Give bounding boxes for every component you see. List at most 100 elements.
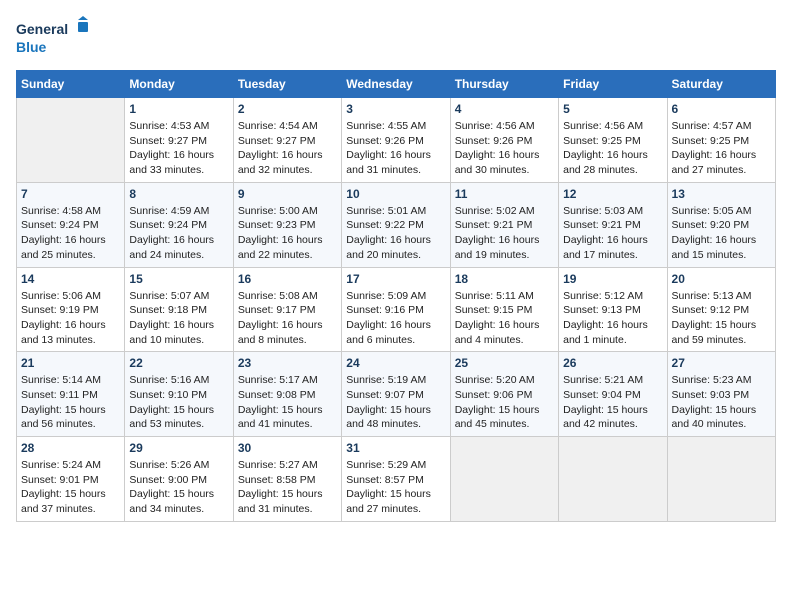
calendar-cell: 27Sunrise: 5:23 AMSunset: 9:03 PMDayligh… (667, 352, 775, 437)
day-info: Sunrise: 5:03 AMSunset: 9:21 PMDaylight:… (563, 204, 662, 263)
calendar-cell: 12 Sunrise: 5:03 AMSunset: 9:21 PMDayligh… (559, 182, 667, 267)
calendar-cell: 6 Sunrise: 4:57 AMSunset: 9:25 PMDaylight… (667, 98, 775, 183)
day-info: Sunrise: 5:23 AMSunset: 9:03 PMDaylight:… (672, 373, 771, 432)
calendar-cell (17, 98, 125, 183)
week-row-4: 21 Sunrise: 5:14 AMSunset: 9:11 PMDayligh… (17, 352, 776, 437)
calendar-cell: 20Sunrise: 5:13 AMSunset: 9:12 PMDayligh… (667, 267, 775, 352)
calendar-cell: 19Sunrise: 5:12 AMSunset: 9:13 PMDayligh… (559, 267, 667, 352)
day-number: 31 (346, 441, 445, 455)
calendar-cell: 18Sunrise: 5:11 AMSunset: 9:15 PMDayligh… (450, 267, 558, 352)
day-number: 20 (672, 272, 771, 286)
day-number: 30 (238, 441, 337, 455)
day-info: Sunrise: 4:58 AMSunset: 9:24 PMDaylight:… (21, 204, 120, 263)
calendar-cell: 9 Sunrise: 5:00 AMSunset: 9:23 PMDaylight… (233, 182, 341, 267)
calendar-cell: 5Sunrise: 4:56 AMSunset: 9:25 PMDaylight… (559, 98, 667, 183)
header-row: SundayMondayTuesdayWednesdayThursdayFrid… (17, 71, 776, 98)
week-row-5: 28 Sunrise: 5:24 AMSunset: 9:01 PMDayligh… (17, 437, 776, 522)
calendar-cell: 17Sunrise: 5:09 AMSunset: 9:16 PMDayligh… (342, 267, 450, 352)
day-info: Sunrise: 5:21 AMSunset: 9:04 PMDaylight:… (563, 373, 662, 432)
day-number: 9 (238, 187, 337, 201)
day-info: Sunrise: 5:24 AMSunset: 9:01 PMDaylight:… (21, 458, 120, 517)
calendar-cell: 7 Sunrise: 4:58 AMSunset: 9:24 PMDaylight… (17, 182, 125, 267)
day-number: 11 (455, 187, 554, 201)
day-number: 26 (563, 356, 662, 370)
week-row-2: 7 Sunrise: 4:58 AMSunset: 9:24 PMDaylight… (17, 182, 776, 267)
day-info: Sunrise: 4:56 AMSunset: 9:25 PMDaylight:… (563, 119, 662, 178)
day-info: Sunrise: 5:11 AMSunset: 9:15 PMDaylight:… (455, 289, 554, 348)
day-number: 7 (21, 187, 120, 201)
day-info: Sunrise: 5:17 AMSunset: 9:08 PMDaylight:… (238, 373, 337, 432)
day-number: 6 (672, 102, 771, 116)
calendar-cell: 29 Sunrise: 5:26 AMSunset: 9:00 PMDayligh… (125, 437, 233, 522)
day-info: Sunrise: 5:27 AMSunset: 8:58 PMDaylight:… (238, 458, 337, 517)
day-number: 13 (672, 187, 771, 201)
day-info: Sunrise: 5:19 AMSunset: 9:07 PMDaylight:… (346, 373, 445, 432)
day-info: Sunrise: 5:08 AMSunset: 9:17 PMDaylight:… (238, 289, 337, 348)
calendar-cell: 13 Sunrise: 5:05 AMSunset: 9:20 PMDayligh… (667, 182, 775, 267)
calendar-cell: 10 Sunrise: 5:01 AMSunset: 9:22 PMDayligh… (342, 182, 450, 267)
calendar-body: 1 Sunrise: 4:53 AMSunset: 9:27 PMDaylight… (17, 98, 776, 522)
logo: General Blue (16, 16, 96, 60)
day-number: 24 (346, 356, 445, 370)
calendar-cell: 25Sunrise: 5:20 AMSunset: 9:06 PMDayligh… (450, 352, 558, 437)
day-number: 25 (455, 356, 554, 370)
day-info: Sunrise: 5:16 AMSunset: 9:10 PMDaylight:… (129, 373, 228, 432)
day-info: Sunrise: 5:14 AMSunset: 9:11 PMDaylight:… (21, 373, 120, 432)
day-header-tuesday: Tuesday (233, 71, 341, 98)
day-number: 16 (238, 272, 337, 286)
calendar-cell: 1 Sunrise: 4:53 AMSunset: 9:27 PMDaylight… (125, 98, 233, 183)
calendar-cell: 4 Sunrise: 4:56 AMSunset: 9:26 PMDaylight… (450, 98, 558, 183)
day-info: Sunrise: 4:53 AMSunset: 9:27 PMDaylight:… (129, 119, 228, 178)
day-number: 14 (21, 272, 120, 286)
day-header-thursday: Thursday (450, 71, 558, 98)
week-row-3: 14 Sunrise: 5:06 AMSunset: 9:19 PMDayligh… (17, 267, 776, 352)
day-info: Sunrise: 4:56 AMSunset: 9:26 PMDaylight:… (455, 119, 554, 178)
svg-text:Blue: Blue (16, 39, 47, 55)
day-info: Sunrise: 4:59 AMSunset: 9:24 PMDaylight:… (129, 204, 228, 263)
calendar-cell: 11 Sunrise: 5:02 AMSunset: 9:21 PMDayligh… (450, 182, 558, 267)
day-number: 2 (238, 102, 337, 116)
day-info: Sunrise: 5:05 AMSunset: 9:20 PMDaylight:… (672, 204, 771, 263)
day-info: Sunrise: 4:55 AMSunset: 9:26 PMDaylight:… (346, 119, 445, 178)
day-info: Sunrise: 5:07 AMSunset: 9:18 PMDaylight:… (129, 289, 228, 348)
day-info: Sunrise: 5:02 AMSunset: 9:21 PMDaylight:… (455, 204, 554, 263)
day-number: 28 (21, 441, 120, 455)
day-header-monday: Monday (125, 71, 233, 98)
calendar-cell (559, 437, 667, 522)
calendar-cell: 24 Sunrise: 5:19 AMSunset: 9:07 PMDayligh… (342, 352, 450, 437)
day-number: 29 (129, 441, 228, 455)
calendar-header: SundayMondayTuesdayWednesdayThursdayFrid… (17, 71, 776, 98)
day-number: 1 (129, 102, 228, 116)
day-header-wednesday: Wednesday (342, 71, 450, 98)
calendar-cell: 21 Sunrise: 5:14 AMSunset: 9:11 PMDayligh… (17, 352, 125, 437)
day-info: Sunrise: 5:01 AMSunset: 9:22 PMDaylight:… (346, 204, 445, 263)
logo-svg: General Blue (16, 16, 96, 60)
day-number: 23 (238, 356, 337, 370)
day-info: Sunrise: 5:06 AMSunset: 9:19 PMDaylight:… (21, 289, 120, 348)
day-header-sunday: Sunday (17, 71, 125, 98)
calendar-cell: 28 Sunrise: 5:24 AMSunset: 9:01 PMDayligh… (17, 437, 125, 522)
calendar-cell: 30 Sunrise: 5:27 AMSunset: 8:58 PMDayligh… (233, 437, 341, 522)
calendar-cell: 23 Sunrise: 5:17 AMSunset: 9:08 PMDayligh… (233, 352, 341, 437)
page-header: General Blue (16, 16, 776, 60)
calendar-cell (667, 437, 775, 522)
calendar-cell: 16 Sunrise: 5:08 AMSunset: 9:17 PMDayligh… (233, 267, 341, 352)
day-header-saturday: Saturday (667, 71, 775, 98)
day-info: Sunrise: 5:00 AMSunset: 9:23 PMDaylight:… (238, 204, 337, 263)
day-info: Sunrise: 5:09 AMSunset: 9:16 PMDaylight:… (346, 289, 445, 348)
day-number: 8 (129, 187, 228, 201)
day-info: Sunrise: 5:26 AMSunset: 9:00 PMDaylight:… (129, 458, 228, 517)
calendar-cell: 3Sunrise: 4:55 AMSunset: 9:26 PMDaylight… (342, 98, 450, 183)
day-number: 4 (455, 102, 554, 116)
day-number: 12 (563, 187, 662, 201)
calendar-cell: 8 Sunrise: 4:59 AMSunset: 9:24 PMDaylight… (125, 182, 233, 267)
day-info: Sunrise: 5:12 AMSunset: 9:13 PMDaylight:… (563, 289, 662, 348)
day-number: 21 (21, 356, 120, 370)
calendar-cell: 2Sunrise: 4:54 AMSunset: 9:27 PMDaylight… (233, 98, 341, 183)
calendar-table: SundayMondayTuesdayWednesdayThursdayFrid… (16, 70, 776, 522)
calendar-cell: 31Sunrise: 5:29 AMSunset: 8:57 PMDayligh… (342, 437, 450, 522)
day-info: Sunrise: 4:57 AMSunset: 9:25 PMDaylight:… (672, 119, 771, 178)
week-row-1: 1 Sunrise: 4:53 AMSunset: 9:27 PMDaylight… (17, 98, 776, 183)
day-number: 10 (346, 187, 445, 201)
svg-text:General: General (16, 21, 68, 37)
